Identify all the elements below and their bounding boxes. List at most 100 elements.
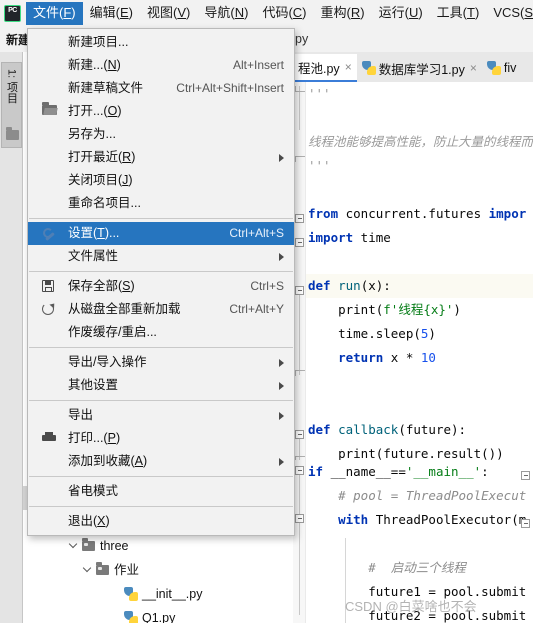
- menu-separator: [29, 271, 293, 272]
- code-line: future2 = pool.submit: [306, 604, 533, 623]
- file-menu-label: 从磁盘全部重新加载: [68, 302, 181, 316]
- save-icon: [42, 279, 57, 294]
- menu-7[interactable]: 运行(U): [372, 2, 430, 25]
- fold-line-if-main: [299, 475, 300, 615]
- file-menu-label: 打开...(O): [68, 104, 122, 118]
- menu-bar: 文件(F)编辑(E)视图(V)导航(N)代码(C)重构(R)运行(U)工具(T)…: [0, 0, 533, 26]
- tree-row[interactable]: __init__.py: [23, 582, 281, 606]
- file-menu-shortcut: Ctrl+Alt+Shift+Insert: [176, 81, 284, 95]
- close-icon[interactable]: ×: [470, 62, 477, 74]
- file-menu-item-16[interactable]: 导出: [28, 404, 294, 427]
- code-token: ''': [308, 86, 331, 101]
- file-menu-item-10[interactable]: 文件属性: [28, 245, 294, 268]
- file-menu-item-9[interactable]: 设置(T)... Ctrl+Alt+S: [28, 222, 294, 245]
- folder-icon: [82, 538, 95, 551]
- file-menu-item-18[interactable]: 添加到收藏(A): [28, 450, 294, 473]
- file-menu-label: 打开最近(R): [68, 150, 136, 164]
- tree-row[interactable]: Q1.py: [23, 606, 281, 623]
- fold-marker-def-callback[interactable]: [295, 430, 304, 439]
- file-menu-shortcut: Ctrl+Alt+S: [229, 226, 284, 240]
- code-token: 线程池能够提高性能，防止大量的线程而: [308, 134, 533, 149]
- file-menu-item-17[interactable]: 打印...(P): [28, 427, 294, 450]
- tree-item-label: 作业: [114, 563, 140, 577]
- editor-tab-bar: 程池.py × 数据库学习1.py × fiv: [293, 52, 533, 82]
- code-line: future1 = pool.submit: [306, 580, 533, 604]
- code-line: ''': [306, 82, 533, 106]
- code-token: print(: [308, 302, 384, 317]
- file-menu-item-4[interactable]: 打开...(O): [28, 100, 294, 123]
- fold-marker-with[interactable]: [295, 514, 304, 523]
- file-menu-item-19[interactable]: 省电模式: [28, 480, 294, 503]
- code-token: # pool = ThreadPoolExecut: [308, 488, 527, 503]
- close-icon[interactable]: ×: [345, 61, 352, 73]
- menu-separator: [29, 218, 293, 219]
- print-icon: [42, 431, 57, 446]
- file-menu-item-13[interactable]: 作废缓存/重启...: [28, 321, 294, 344]
- file-menu-item-14[interactable]: 导出/导入操作: [28, 351, 294, 374]
- code-token: concurrent.futures: [338, 206, 489, 221]
- code-line: def callback(future):: [306, 418, 533, 442]
- file-menu-label: 重命名项目...: [68, 196, 141, 210]
- file-menu-item-3[interactable]: 新建草稿文件 Ctrl+Alt+Shift+Insert: [28, 77, 294, 100]
- file-menu-dropdown[interactable]: 新建项目... 新建...(N) Alt+Insert 新建草稿文件 Ctrl+Alt+…: [27, 28, 295, 536]
- file-menu-item-5[interactable]: 另存为...: [28, 123, 294, 146]
- chevron-right-icon: [279, 411, 284, 420]
- code-token: ): [453, 302, 461, 317]
- menu-separator: [29, 400, 293, 401]
- chevron-right-icon: [279, 358, 284, 367]
- code-token: future1 = pool.submit: [308, 584, 527, 599]
- file-menu-item-2[interactable]: 新建...(N) Alt+Insert: [28, 54, 294, 77]
- menu-9[interactable]: VCS(S): [486, 2, 533, 25]
- chevron-down-icon[interactable]: [83, 565, 94, 576]
- menu-5[interactable]: 代码(C): [255, 2, 313, 25]
- pycharm-logo-icon: [4, 4, 21, 22]
- file-menu-item-7[interactable]: 关闭项目(J): [28, 169, 294, 192]
- menu-1[interactable]: 文件(F): [26, 1, 83, 25]
- fold-marker-right-1[interactable]: [521, 471, 530, 480]
- code-line: ''': [306, 154, 533, 178]
- file-menu-item-8[interactable]: 重命名项目...: [28, 192, 294, 215]
- file-menu-item-11[interactable]: 保存全部(S) Ctrl+S: [28, 275, 294, 298]
- menu-2[interactable]: 编辑(E): [83, 2, 140, 25]
- code-token: def: [308, 278, 331, 293]
- code-line: print(f'线程{x}'): [306, 298, 533, 322]
- editor-tab-3[interactable]: fiv: [482, 54, 522, 82]
- chevron-right-icon: [279, 381, 284, 390]
- fold-marker-right-2[interactable]: [521, 519, 530, 528]
- code-line: # 启动三个线程: [306, 556, 533, 580]
- tree-row[interactable]: 作业: [23, 558, 281, 582]
- file-menu-item-12[interactable]: 从磁盘全部重新加载 Ctrl+Alt+Y: [28, 298, 294, 321]
- line-number: 22: [281, 534, 293, 558]
- tree-row[interactable]: three: [23, 534, 281, 558]
- code-lines-lower[interactable]: if __name__=='__main__': # pool = Thread…: [306, 460, 533, 623]
- editor-tab-label: 数据库学习1.py: [378, 62, 465, 77]
- code-editor-lower[interactable]: if __name__=='__main__': # pool = Thread…: [293, 460, 533, 623]
- code-token: if: [308, 464, 324, 479]
- fold-marker-import2[interactable]: [295, 238, 304, 247]
- fold-marker-import[interactable]: [295, 214, 304, 223]
- menu-4[interactable]: 导航(N): [197, 2, 255, 25]
- menu-8[interactable]: 工具(T): [430, 2, 487, 25]
- sidebar-item-project[interactable]: 1: 项目: [1, 62, 22, 148]
- file-menu-item-20[interactable]: 退出(X): [28, 510, 294, 533]
- chevron-down-icon[interactable]: [69, 541, 80, 552]
- editor-tab-1[interactable]: 程池.py ×: [293, 54, 357, 82]
- menu-6[interactable]: 重构(R): [314, 2, 372, 25]
- code-token: __name__==: [323, 464, 406, 479]
- code-line: time.sleep(5): [306, 322, 533, 346]
- file-menu-item-15[interactable]: 其他设置: [28, 374, 294, 397]
- file-menu-item-6[interactable]: 打开最近(R): [28, 146, 294, 169]
- fold-marker-def-run[interactable]: [295, 286, 304, 295]
- editor-tab-2[interactable]: 数据库学习1.py ×: [357, 54, 482, 82]
- menu-3[interactable]: 视图(V): [140, 2, 197, 25]
- file-menu-label: 导出: [68, 408, 94, 422]
- code-token: ''': [308, 158, 331, 173]
- fold-marker-if-main[interactable]: [295, 466, 304, 475]
- file-menu-item-1[interactable]: 新建项目...: [28, 31, 294, 54]
- code-line: return x * 10: [306, 346, 533, 370]
- line-number: 25: [281, 606, 293, 623]
